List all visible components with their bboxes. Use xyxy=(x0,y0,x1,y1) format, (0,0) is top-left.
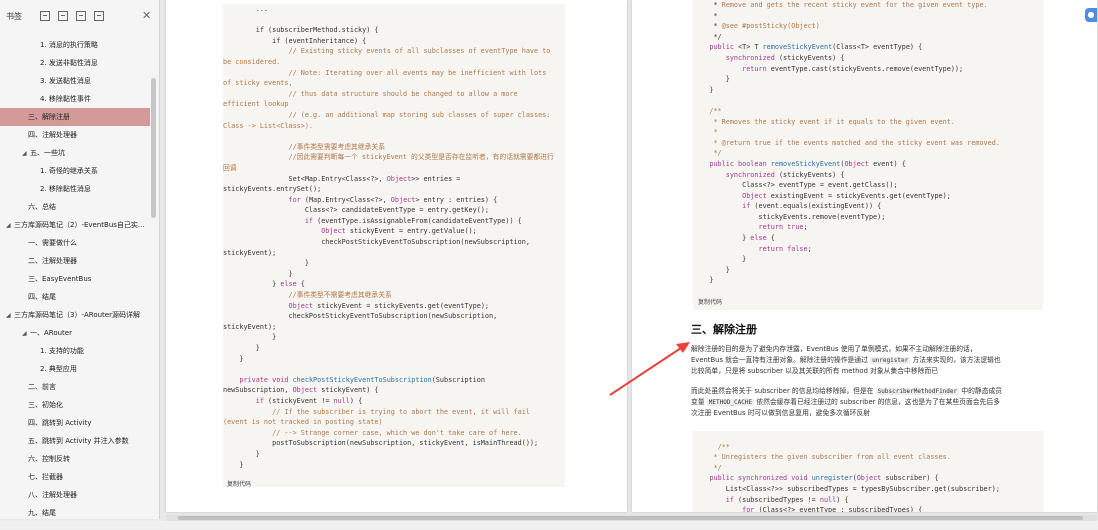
paragraph-line: 变量 METHOD_CACHE 依然会缓存着已经注册过的 subscriber … xyxy=(691,397,1051,408)
bookmark-label: 三方库源码笔记（2）-EventBus自己实... xyxy=(14,221,145,229)
bookmark-label: 四、结尾 xyxy=(28,293,56,301)
bookmark-item[interactable]: 4. 移除黏性事件 xyxy=(0,90,150,108)
bookmarks-sidebar: 书签 ✕ 1. 消息的执行策略 2. 发送非黏性消息 3. 发送黏性消息 4. 移除黏… xyxy=(0,0,160,519)
code-block: * Remove and gets the recent sticky even… xyxy=(693,0,1043,310)
bookmark-item[interactable]: 七、拦截器 xyxy=(0,468,150,486)
bookmark-label: 一、ARouter xyxy=(30,329,72,337)
text-span: 而此处虽然会将关于 subscriber 的信息均给移除掉，但是在 xyxy=(691,387,874,395)
text-span: 中的静态成员 xyxy=(961,387,1003,395)
bookmark-item[interactable]: 八、注解处理器 xyxy=(0,486,150,504)
bookmark-item[interactable]: ◢ 三方库源码笔记（3）-ARouter源码详解 xyxy=(0,306,150,324)
bookmark-item[interactable]: 四、注解处理器 xyxy=(0,126,150,144)
expand-all-icon[interactable] xyxy=(40,11,50,21)
expand-arrow-icon[interactable]: ◢ xyxy=(22,325,30,342)
bookmark-label: 六、控制反转 xyxy=(28,455,70,463)
bookmark-item[interactable]: 六、总结 xyxy=(0,198,150,216)
text-span: 依然会缓存着已经注册过的 subscriber 的信息，这也是为了在某些页面会先… xyxy=(756,398,1000,406)
expand-arrow-icon[interactable]: ◢ xyxy=(6,307,14,324)
paragraph-line: 比较简单，只是将 subscriber 以及其关联的所有 method 对象从集… xyxy=(691,367,939,375)
bookmark-label: 4. 移除黏性事件 xyxy=(40,95,91,103)
section-heading: 三、解除注册 xyxy=(691,323,757,336)
inline-code: METHOD_CACHE xyxy=(706,399,755,406)
bookmark-tree: 1. 消息的执行策略 2. 发送非黏性消息 3. 发送黏性消息 4. 移除黏性事件三、… xyxy=(0,36,150,516)
pdf-reader-window: 书签 ✕ 1. 消息的执行策略 2. 发送非黏性消息 3. 发送黏性消息 4. 移除黏… xyxy=(0,0,1098,530)
expand-arrow-icon[interactable]: ◢ xyxy=(22,145,30,162)
copy-code-link[interactable]: 复制代码 xyxy=(698,297,722,306)
document-page-left: ... if (subscriberMethod.sticky) { if (e… xyxy=(166,0,627,512)
bookmark-item[interactable]: 2. 典型应用 xyxy=(0,360,150,378)
code-block: /** * Unregisters the given subscriber f… xyxy=(693,431,1043,512)
sidebar-title: 书签 xyxy=(6,11,22,21)
status-bar xyxy=(0,521,1098,530)
close-icon[interactable]: ✕ xyxy=(142,9,151,22)
bookmark-item[interactable]: 2. 移除黏性消息 xyxy=(0,180,150,198)
paragraph: 而此处虽然会将关于 subscriber 的信息均给移除掉，但是在 Subscr… xyxy=(691,386,1051,419)
bookmark-item[interactable]: 1. 消息的执行策略 xyxy=(0,36,150,54)
bookmark-item[interactable]: 1. 奇怪的继承关系 xyxy=(0,162,150,180)
scrollbar-thumb[interactable] xyxy=(178,516,1083,520)
paragraph-line: 而此处虽然会将关于 subscriber 的信息均给移除掉，但是在 Subscr… xyxy=(691,386,1051,397)
text-span: EventBus 就会一直持有注册对象。解除注册的操作是通过 xyxy=(691,356,868,364)
bookmark-item[interactable]: 三、EasyEventBus xyxy=(0,270,150,288)
text-span: 变量 xyxy=(691,398,705,406)
bookmark-label: 3. 发送黏性消息 xyxy=(40,77,91,85)
code-block: ... if (subscriberMethod.sticky) { if (e… xyxy=(223,4,565,487)
paragraph: 解除注册的目的是为了避免内存泄露，EventBus 使用了单例模式，如果不主动解… xyxy=(691,344,1051,377)
bookmark-item[interactable]: ◢ 五、一些坑 xyxy=(0,144,150,162)
bookmark-label: 七、拦截器 xyxy=(28,473,63,481)
bookmark-item[interactable]: 1. 支持的功能 xyxy=(0,342,150,360)
bookmark-item[interactable]: 3. 发送黏性消息 xyxy=(0,72,150,90)
bookmark-label: 四、跳转到 Activity xyxy=(28,419,92,427)
expand-arrow-icon[interactable]: ◢ xyxy=(6,217,14,234)
paragraph-line: 解除注册的目的是为了避免内存泄露，EventBus 使用了单例模式，如果不主动解… xyxy=(691,345,977,353)
inline-code: unregister xyxy=(870,357,911,364)
bookmark-item[interactable]: 二、前言 xyxy=(0,378,150,396)
bookmark-label: 三、解除注册 xyxy=(28,113,70,121)
document-page-right: * Remove and gets the recent sticky even… xyxy=(632,0,1097,512)
bookmark-label: 1. 奇怪的继承关系 xyxy=(40,167,98,175)
bookmark-label: 三方库源码笔记（3）-ARouter源码详解 xyxy=(14,311,140,319)
bookmark-label: 三、EasyEventBus xyxy=(28,275,92,283)
bookmark-label: 2. 典型应用 xyxy=(40,365,77,373)
bookmark-label: 五、跳转到 Activity 并注入参数 xyxy=(28,437,129,445)
bookmark-item[interactable]: 九、结尾 xyxy=(0,504,150,516)
text-span: 方法来实现的，该方法逻辑也 xyxy=(912,356,1001,364)
add-bookmark-icon[interactable] xyxy=(76,11,86,21)
bookmark-label: 一、需要做什么 xyxy=(28,239,77,247)
bookmark-label: 三、初始化 xyxy=(28,401,63,409)
bookmark-label: 1. 支持的功能 xyxy=(40,347,84,355)
sidebar-header: 书签 ✕ xyxy=(0,0,159,32)
bookmark-item[interactable]: ◢ 三方库源码笔记（2）-EventBus自己实... xyxy=(0,216,150,234)
bookmark-label: 八、注解处理器 xyxy=(28,491,77,499)
paragraph-line: 次注册 EventBus 时可以做到信息复用，避免多次循环反射 xyxy=(691,409,871,417)
bookmark-item[interactable]: 四、跳转到 Activity xyxy=(0,414,150,432)
bookmark-label: 四、注解处理器 xyxy=(28,131,77,139)
bookmark-item[interactable]: 2. 发送非黏性消息 xyxy=(0,54,150,72)
bookmark-item[interactable]: 一、需要做什么 xyxy=(0,234,150,252)
bookmark-label: 二、注解处理器 xyxy=(28,257,77,265)
bookmark-label: 2. 发送非黏性消息 xyxy=(40,59,98,67)
sidebar-scrollbar[interactable] xyxy=(150,36,157,516)
bookmark-item[interactable]: 五、跳转到 Activity 并注入参数 xyxy=(0,432,150,450)
collapse-all-icon[interactable] xyxy=(58,11,68,21)
bookmark-item[interactable]: 四、结尾 xyxy=(0,288,150,306)
bookmark-label: 二、前言 xyxy=(28,383,56,391)
inline-code: SubscriberMethodFinder xyxy=(875,388,960,395)
bookmark-label: 九、结尾 xyxy=(28,509,56,516)
floating-assistant-button[interactable]: ● xyxy=(1085,8,1097,22)
bookmark-label: 五、一些坑 xyxy=(30,149,65,157)
bookmark-item[interactable]: 二、注解处理器 xyxy=(0,252,150,270)
bookmark-item[interactable]: ◢ 一、ARouter xyxy=(0,324,150,342)
bookmark-options-icon[interactable] xyxy=(94,11,104,21)
bookmark-label: 六、总结 xyxy=(28,203,56,211)
scrollbar-thumb[interactable] xyxy=(151,78,156,218)
bookmark-item[interactable]: 六、控制反转 xyxy=(0,450,150,468)
bookmark-label: 1. 消息的执行策略 xyxy=(40,41,98,49)
paragraph-line: EventBus 就会一直持有注册对象。解除注册的操作是通过 unregiste… xyxy=(691,355,1051,366)
bookmark-item[interactable]: 三、解除注册 xyxy=(0,108,150,126)
bookmark-label: 2. 移除黏性消息 xyxy=(40,185,91,193)
bookmark-item[interactable]: 三、初始化 xyxy=(0,396,150,414)
copy-code-link[interactable]: 复制代码 xyxy=(227,479,251,488)
